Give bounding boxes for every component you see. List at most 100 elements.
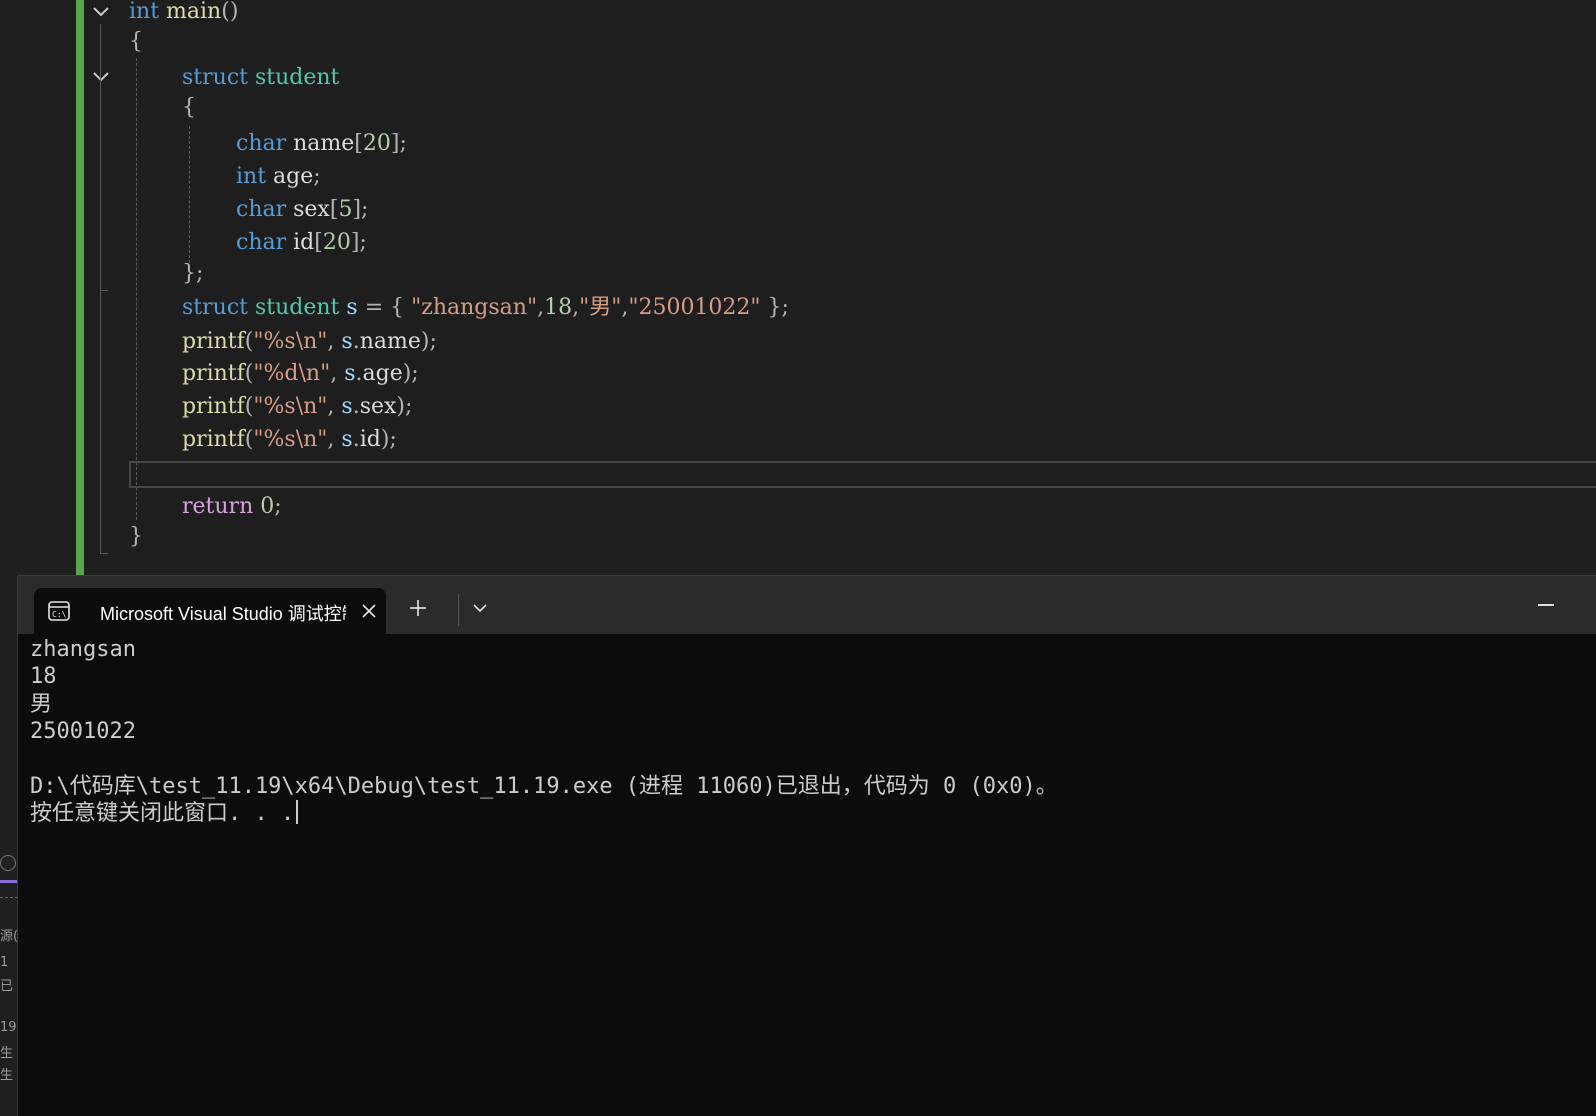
code-token: int — [236, 164, 267, 189]
tab-divider — [458, 594, 459, 626]
code-token: printf — [182, 394, 245, 419]
code-token: char — [236, 230, 287, 255]
code-token: struct — [182, 65, 248, 90]
code-token: ]; — [350, 230, 367, 255]
code-line[interactable]: struct student s = { "zhangsan",18,"男","… — [182, 291, 789, 324]
console-line: D:\代码库\test_11.19\x64\Debug\test_11.19.e… — [30, 773, 1058, 799]
code-token: . — [352, 427, 360, 452]
code-token: int — [129, 0, 160, 24]
code-token: id — [293, 230, 315, 255]
outline-guide-end — [100, 290, 108, 291]
code-token: sex — [293, 197, 330, 222]
code-line[interactable]: { — [129, 25, 143, 58]
code-line[interactable]: printf("%d\n", s.age); — [182, 357, 419, 390]
code-editor[interactable]: int main(){struct student{char name[20];… — [0, 0, 1596, 575]
code-token: student — [254, 65, 340, 90]
code-token: age — [273, 164, 314, 189]
code-token: ); — [420, 329, 437, 354]
text-cursor — [296, 800, 299, 825]
code-token: "25001022" — [628, 295, 761, 320]
code-token: printf — [182, 427, 245, 452]
indent-guide — [189, 126, 190, 268]
code-line[interactable]: char id[20]; — [236, 226, 367, 259]
code-token: name — [359, 329, 421, 354]
code-token: = { — [357, 295, 412, 320]
code-line[interactable]: char sex[5]; — [236, 193, 368, 226]
chevron-down-icon[interactable] — [91, 67, 111, 87]
code-token: student — [254, 295, 340, 320]
code-token: s — [341, 394, 353, 419]
outline-guide-end — [100, 553, 108, 554]
code-token: 20 — [322, 230, 351, 255]
plus-icon[interactable] — [408, 598, 428, 618]
code-token: 0 — [260, 494, 275, 519]
code-token: ; — [313, 164, 321, 189]
code-line[interactable]: struct student — [182, 61, 339, 94]
console-line-prompt: 按任意键关闭此窗口. . . — [30, 800, 1596, 827]
code-token: ); — [380, 427, 397, 452]
code-token: ); — [402, 361, 419, 386]
code-line[interactable]: int age; — [236, 160, 321, 193]
code-line[interactable]: printf("%s\n", s.name); — [182, 325, 437, 358]
code-token: age — [362, 361, 403, 386]
tab-bar: C:\ Microsoft Visual Studio 调试控制台 — [18, 576, 1596, 634]
chevron-down-icon[interactable] — [91, 2, 111, 22]
ghost-text: 已 — [0, 979, 14, 994]
code-token: char — [236, 131, 287, 156]
debug-console-window[interactable]: C:\ Microsoft Visual Studio 调试控制台 zhangs… — [17, 575, 1596, 1116]
code-token: ]; — [352, 197, 369, 222]
code-token: . — [352, 394, 360, 419]
code-token: }; — [760, 295, 789, 320]
code-token: "%s\n" — [253, 394, 328, 419]
code-token: { — [129, 29, 143, 54]
ghost-text: 源( — [0, 929, 18, 944]
code-line[interactable]: int main() — [129, 0, 238, 28]
code-token: () — [221, 0, 239, 24]
code-line[interactable]: printf("%s\n", s.id); — [182, 423, 397, 456]
code-token: 5 — [338, 197, 353, 222]
background-panel: 源( 1 已 19 生 生 — [0, 575, 18, 1115]
code-token: s — [341, 427, 353, 452]
code-token: printf — [182, 329, 245, 354]
code-token: } — [129, 524, 143, 549]
code-token: , — [327, 329, 342, 354]
code-token: ); — [396, 394, 413, 419]
accent-bar — [0, 880, 18, 883]
code-token: . — [352, 329, 360, 354]
tab-debug-console[interactable]: C:\ Microsoft Visual Studio 调试控制台 — [34, 588, 386, 634]
code-token: char — [236, 197, 287, 222]
close-icon[interactable] — [360, 602, 378, 620]
code-token: s — [344, 361, 356, 386]
code-token: main — [166, 0, 222, 24]
code-line[interactable]: { — [182, 91, 196, 124]
console-line: 男 — [30, 691, 53, 717]
console-line: 18 — [30, 664, 57, 690]
console-line: zhangsan — [30, 637, 136, 662]
console-prompt-text: 按任意键关闭此窗口. . . — [30, 801, 295, 827]
code-line[interactable]: } — [129, 520, 143, 553]
outline-guide — [100, 24, 101, 554]
svg-text:C:\: C:\ — [52, 610, 67, 619]
divider — [0, 897, 18, 898]
minimize-icon[interactable] — [1538, 604, 1554, 606]
chevron-down-icon[interactable] — [472, 602, 488, 614]
code-token: s — [341, 329, 353, 354]
indent-guide — [136, 58, 137, 520]
code-token: }; — [182, 261, 204, 286]
code-line[interactable]: }; — [182, 257, 203, 290]
tab-title: Microsoft Visual Studio 调试控制台 — [100, 604, 346, 624]
change-indicator-bar — [76, 0, 84, 575]
console-output[interactable]: zhangsan 18 男 25001022 D:\代码库\test_11.19… — [30, 634, 1596, 1116]
code-token: sex — [359, 394, 397, 419]
console-icon: C:\ — [48, 601, 70, 621]
code-line[interactable]: char name[20]; — [236, 127, 407, 160]
code-token: 20 — [362, 131, 391, 156]
info-icon — [0, 855, 16, 871]
code-token: "%s\n" — [253, 329, 328, 354]
code-line[interactable]: printf("%s\n", s.sex); — [182, 390, 412, 423]
ghost-text: 1 — [0, 955, 9, 970]
code-line[interactable]: return 0; — [182, 490, 282, 523]
